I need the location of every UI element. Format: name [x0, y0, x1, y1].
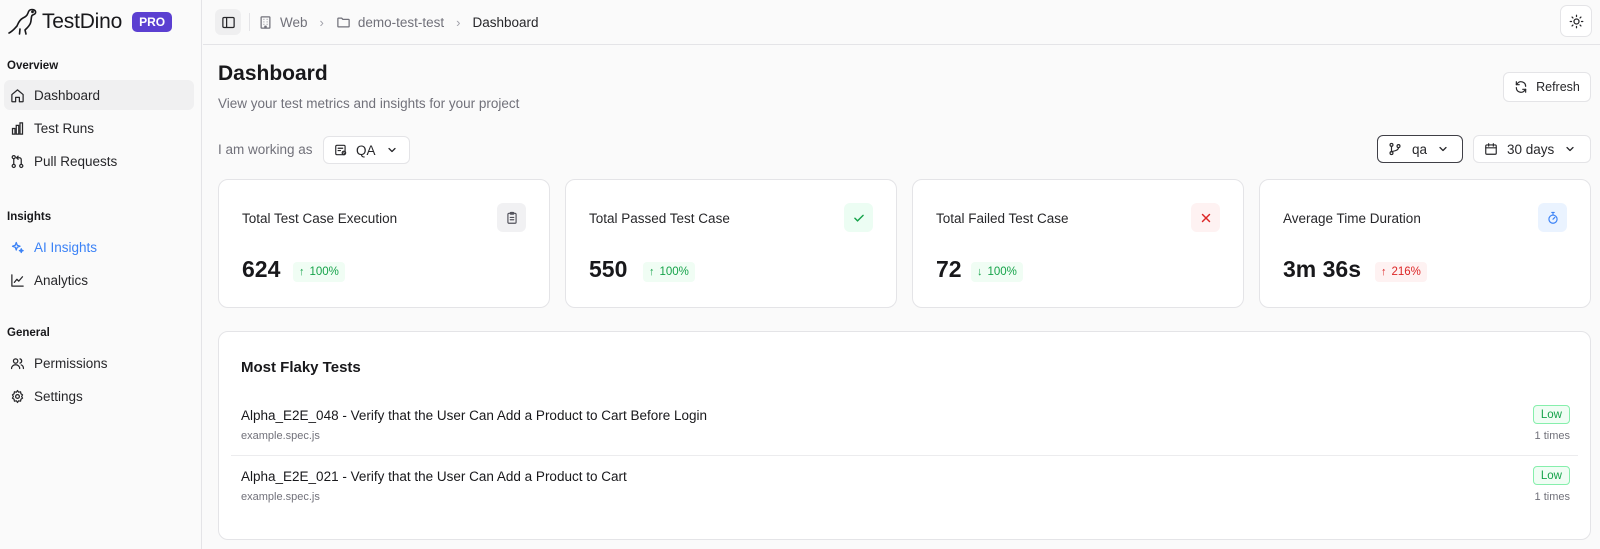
metric-value: 550 [589, 256, 628, 282]
calendar-icon [1485, 143, 1497, 155]
topbar: Web › demo-test-test › Dashboard [203, 0, 1600, 45]
metric-card-avg-duration: Average Time Duration 3m 36s ↑ 216% [1259, 179, 1591, 308]
stopwatch-icon [1538, 203, 1567, 232]
chevron-down-icon [387, 147, 396, 153]
role-select[interactable]: QA [323, 136, 410, 164]
panel-title: Most Flaky Tests [241, 359, 361, 376]
metric-label: Average Time Duration [1283, 211, 1421, 226]
metric-label: Total Test Case Execution [242, 211, 398, 226]
sidebar-item-label: Analytics [34, 272, 89, 288]
working-as-label: I am working as [218, 142, 313, 157]
building-icon [260, 15, 271, 29]
sidebar-item-settings[interactable]: Settings [4, 381, 194, 411]
bar-chart-icon [9, 120, 25, 136]
breadcrumb-item-web[interactable]: Web [258, 15, 308, 30]
metric-value: 624 [242, 256, 281, 282]
sidebar-item-label: Test Runs [34, 120, 95, 136]
change-badge: ↑ 216% [1375, 262, 1427, 282]
sidebar-item-label: AI Insights [34, 239, 98, 255]
arrow-up-icon: ↑ [649, 266, 655, 278]
section-label-overview: Overview [7, 60, 59, 72]
metric-card-passed: Total Passed Test Case 550 ↑ 100% [565, 179, 897, 308]
change-badge: ↓ 100% [971, 262, 1023, 282]
breadcrumb: Web › demo-test-test › Dashboard [258, 15, 539, 30]
most-flaky-tests-panel: Most Flaky Tests Alpha_E2E_048 - Verify … [218, 331, 1591, 540]
check-icon [844, 203, 873, 232]
clipboard-icon [497, 203, 526, 232]
panel-left-icon [221, 16, 235, 28]
sidebar: TestDino PRO Overview Dashboard Test Run… [0, 0, 202, 549]
sidebar-item-label: Permissions [34, 355, 108, 371]
metric-value: 3m 36s [1283, 256, 1362, 282]
theme-toggle-button[interactable] [1560, 5, 1592, 37]
section-label-insights: Insights [7, 211, 52, 223]
date-range-select[interactable]: 30 days [1473, 135, 1591, 163]
role-id-icon [335, 144, 347, 156]
change-badge: ↑ 100% [643, 262, 695, 282]
breadcrumb-separator: › [319, 14, 324, 30]
sidebar-item-permissions[interactable]: Permissions [4, 348, 194, 378]
flakiness-badge: Low [1532, 405, 1570, 424]
test-name: Alpha_E2E_021 - Verify that the User Can… [241, 469, 627, 484]
brand-name: TestDino [42, 10, 123, 33]
git-branch-icon [1389, 142, 1401, 156]
sidebar-item-pull-requests[interactable]: Pull Requests [4, 146, 194, 176]
metric-label: Total Failed Test Case [936, 211, 1069, 226]
metric-card-failed: Total Failed Test Case 72 ↓ 100% [912, 179, 1244, 308]
sidebar-toggle-button[interactable] [215, 9, 241, 35]
sun-icon [1569, 14, 1583, 28]
list-item[interactable]: Alpha_E2E_021 - Verify that the User Can… [231, 463, 1580, 525]
pro-badge: PRO [132, 12, 173, 32]
metric-label: Total Passed Test Case [589, 211, 730, 226]
git-pull-request-icon [9, 153, 25, 169]
sidebar-item-label: Pull Requests [34, 153, 118, 169]
sidebar-item-label: Settings [34, 388, 83, 404]
test-file: example.spec.js [241, 430, 320, 442]
refresh-icon [1515, 81, 1527, 93]
test-name: Alpha_E2E_048 - Verify that the User Can… [241, 408, 708, 423]
page-subtitle: View your test metrics and insights for … [218, 96, 520, 111]
sidebar-item-dashboard[interactable]: Dashboard [4, 80, 194, 110]
row-divider [231, 455, 1578, 456]
flakiness-badge: Low [1532, 466, 1570, 485]
flaky-count: 1 times [1534, 430, 1570, 442]
flaky-count: 1 times [1534, 491, 1570, 503]
sidebar-item-label: Dashboard [34, 87, 101, 103]
sidebar-item-ai-insights[interactable]: AI Insights [4, 232, 194, 262]
breadcrumb-separator: › [456, 14, 461, 30]
divider [249, 13, 250, 31]
metric-card-total-execution: Total Test Case Execution 624 ↑ 100% [218, 179, 550, 308]
line-chart-icon [9, 272, 25, 288]
chevron-down-icon [1566, 146, 1574, 152]
test-file: example.spec.js [241, 491, 320, 503]
metric-value: 72 [936, 256, 962, 282]
sparkles-icon [9, 239, 25, 255]
section-label-general: General [7, 327, 50, 339]
breadcrumb-item-project[interactable]: demo-test-test [336, 15, 444, 30]
refresh-button[interactable]: Refresh [1503, 72, 1591, 102]
change-badge: ↑ 100% [293, 262, 345, 282]
arrow-up-icon: ↑ [299, 266, 305, 278]
gear-icon [9, 388, 25, 404]
folder-icon [337, 17, 350, 27]
sidebar-item-test-runs[interactable]: Test Runs [4, 113, 194, 143]
x-icon [1191, 203, 1220, 232]
page-title: Dashboard [218, 62, 328, 85]
breadcrumb-item-current: Dashboard [472, 14, 539, 30]
dino-logo-icon [8, 8, 37, 35]
arrow-up-icon: ↑ [1381, 266, 1387, 278]
users-icon [9, 355, 25, 371]
branch-select[interactable]: qa [1377, 135, 1463, 163]
brand[interactable]: TestDino PRO [6, 4, 173, 40]
home-icon [9, 87, 25, 103]
arrow-down-icon: ↓ [977, 266, 983, 278]
sidebar-item-analytics[interactable]: Analytics [4, 265, 194, 295]
chevron-down-icon [1439, 146, 1447, 152]
